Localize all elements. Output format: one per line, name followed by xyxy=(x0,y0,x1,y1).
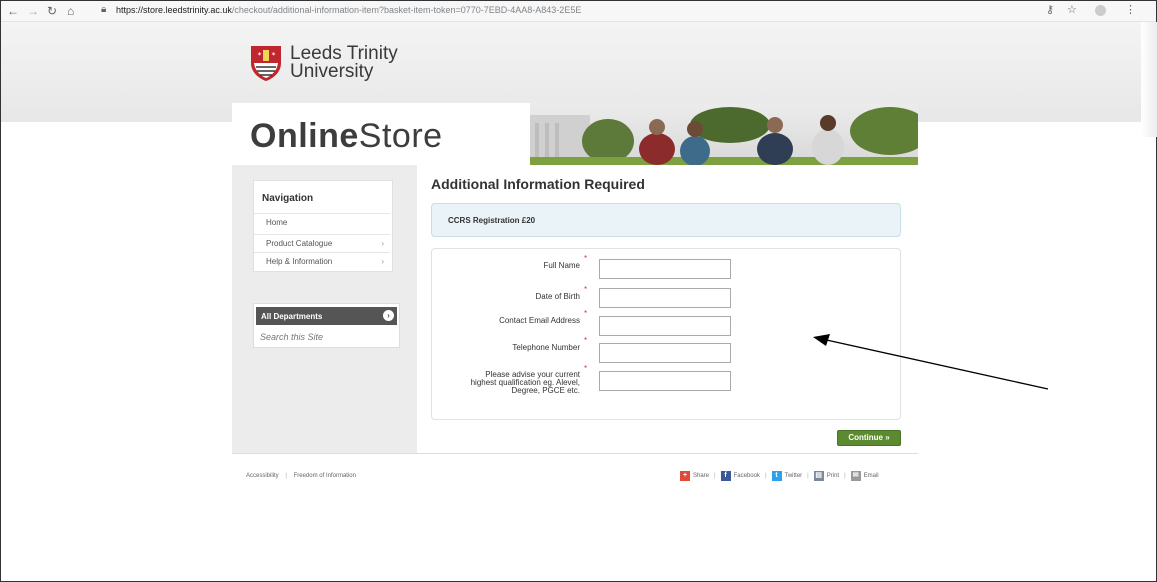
annotation-arrow xyxy=(813,334,1049,390)
